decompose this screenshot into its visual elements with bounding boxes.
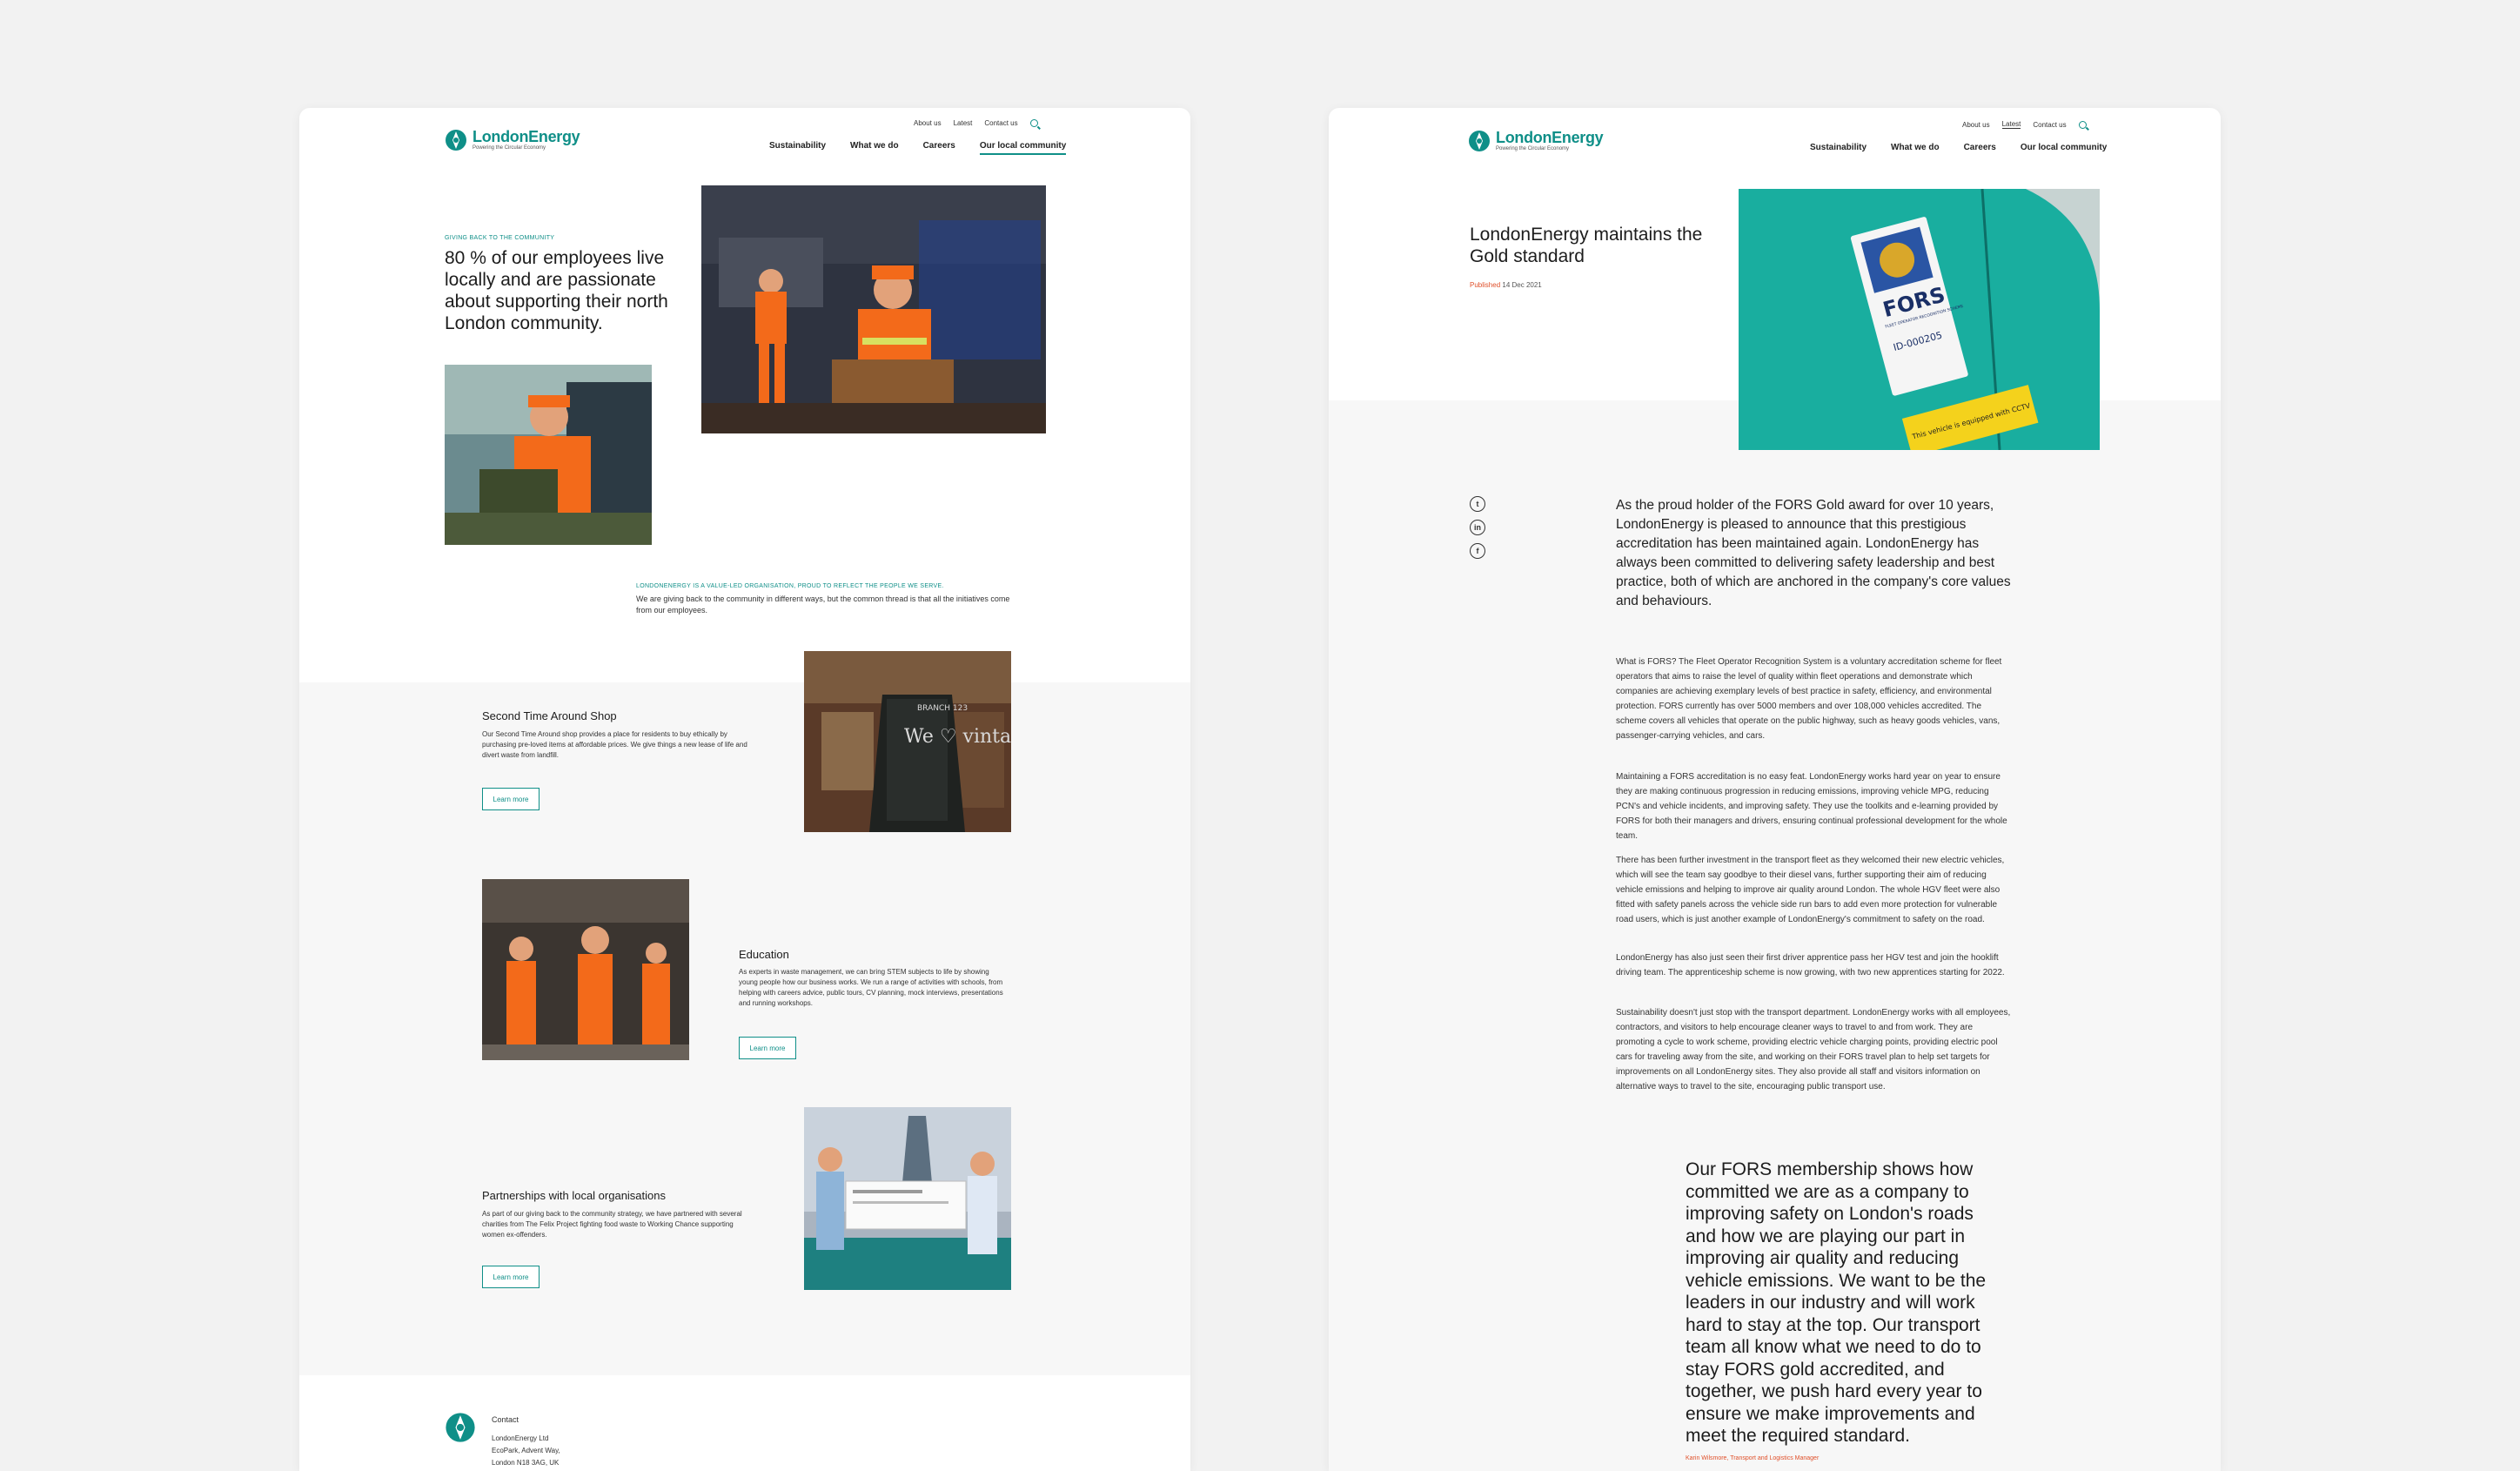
shop-learn-more-button[interactable]: Learn more [482,788,540,810]
article-paragraph-5: Sustainability doesn't just stop with th… [1616,1008,2011,1091]
photo-worker-recycling [445,365,652,545]
utility-nav-article: About us Latest Contact us [1962,120,2087,129]
hero-headline: 80 % of our employees live locally and a… [445,248,668,333]
main-nav-article: Sustainability What we do Careers Our lo… [1810,143,2107,155]
published-date: 14 Dec 2021 [1502,281,1542,289]
brand-tagline: Powering the Circular Economy [473,145,546,151]
partnerships-title: Partnerships with local organisations [482,1189,666,1202]
article-paragraph-4: LondonEnergy has also just seen their fi… [1616,953,2005,977]
intro-eyebrow: LONDONENERGY IS A VALUE-LED ORGANISATION… [636,583,944,589]
photo-charity-cheque [804,1107,1011,1290]
util-nav-latest[interactable]: Latest [2001,120,2021,129]
linkedin-icon[interactable]: in [1470,520,1485,535]
hero-photo-workers-warehouse [701,185,1046,433]
published-label: Published [1470,281,1501,289]
contact-logo-icon [446,1413,475,1442]
shop-text: Our Second Time Around shop provides a p… [482,730,747,759]
nav-our-local-community[interactable]: Our local community [979,141,1067,155]
util-nav-contact[interactable]: Contact us [2033,121,2066,129]
chalkboard-text: We ♡ vintage [904,726,1011,748]
article-title: LondonEnergy maintains the Gold standard [1470,225,1703,266]
education-text: As experts in waste management, we can b… [739,968,1003,1007]
contact-label: Contact [492,1415,519,1424]
initiatives-section [299,682,1190,1375]
photo-fors-badge-truck: FORS FLEET OPERATOR RECOGNITION SCHEME I… [1739,189,2100,450]
community-page-mockup: LondonEnergy Powering the Circular Econo… [299,108,1190,1471]
partnerships-text: As part of our giving back to the commun… [482,1210,742,1239]
nav-careers[interactable]: Careers [923,141,955,155]
facebook-icon[interactable]: f [1470,543,1485,559]
util-nav-latest[interactable]: Latest [954,119,973,127]
brand-name: LondonEnergy [473,128,580,145]
contact-line-1: LondonEnergy Ltd [492,1434,549,1442]
logo-mark-icon [1469,131,1490,151]
util-nav-about[interactable]: About us [914,119,942,127]
chalkboard-corner: BRANCH 123 [917,704,968,713]
photo-vintage-shop: We ♡ vintage BRANCH 123 [804,651,1011,832]
nav-careers[interactable]: Careers [1964,143,1996,155]
search-icon[interactable] [2078,120,2087,129]
education-learn-more-button[interactable]: Learn more [739,1037,796,1059]
article-lead: As the proud holder of the FORS Gold awa… [1616,498,2011,608]
nav-sustainability[interactable]: Sustainability [1810,143,1867,155]
nav-what-we-do[interactable]: What we do [850,141,899,155]
brand-logo-article[interactable]: LondonEnergy Powering the Circular Econo… [1468,129,1604,152]
partnerships-learn-more-button[interactable]: Learn more [482,1266,540,1288]
pull-quote-cite: Karin Wilsmore, Transport and Logistics … [1686,1455,1820,1461]
shop-title: Second Time Around Shop [482,709,617,722]
nav-sustainability[interactable]: Sustainability [769,141,826,155]
brand-name: LondonEnergy [1496,129,1604,146]
intro-text: We are giving back to the community in d… [636,594,1010,615]
brand-logo[interactable]: LondonEnergy Powering the Circular Econo… [445,129,580,151]
photo-education-workers [482,879,689,1060]
main-nav: Sustainability What we do Careers Our lo… [769,141,1067,155]
hero-eyebrow: GIVING BACK TO THE COMMUNITY [445,235,555,241]
search-icon[interactable] [1029,119,1038,127]
nav-what-we-do[interactable]: What we do [1891,143,1940,155]
article-page-mockup: LondonEnergy Powering the Circular Econo… [1329,108,2221,1471]
utility-nav: About us Latest Contact us [914,119,1038,127]
contact-line-2: EcoPark, Advent Way, [492,1447,560,1454]
twitter-icon[interactable]: t [1470,496,1485,512]
article-paragraph-3: There has been further investment in the… [1616,856,2005,924]
pull-quote: Our FORS membership shows how committed … [1686,1159,1987,1446]
article-paragraph-1: What is FORS? The Fleet Operator Recogni… [1616,657,2002,741]
education-title: Education [739,948,789,961]
logo-mark-icon [446,130,466,151]
article-paragraph-2: Maintaining a FORS accreditation is no e… [1616,772,2007,841]
brand-tagline: Powering the Circular Economy [1496,146,1570,151]
article-published: Published 14 Dec 2021 [1470,281,1542,289]
nav-our-local-community[interactable]: Our local community [2021,143,2107,155]
contact-line-3: London N18 3AG, UK [492,1459,560,1467]
util-nav-about[interactable]: About us [1962,121,1990,129]
util-nav-contact[interactable]: Contact us [984,119,1017,127]
